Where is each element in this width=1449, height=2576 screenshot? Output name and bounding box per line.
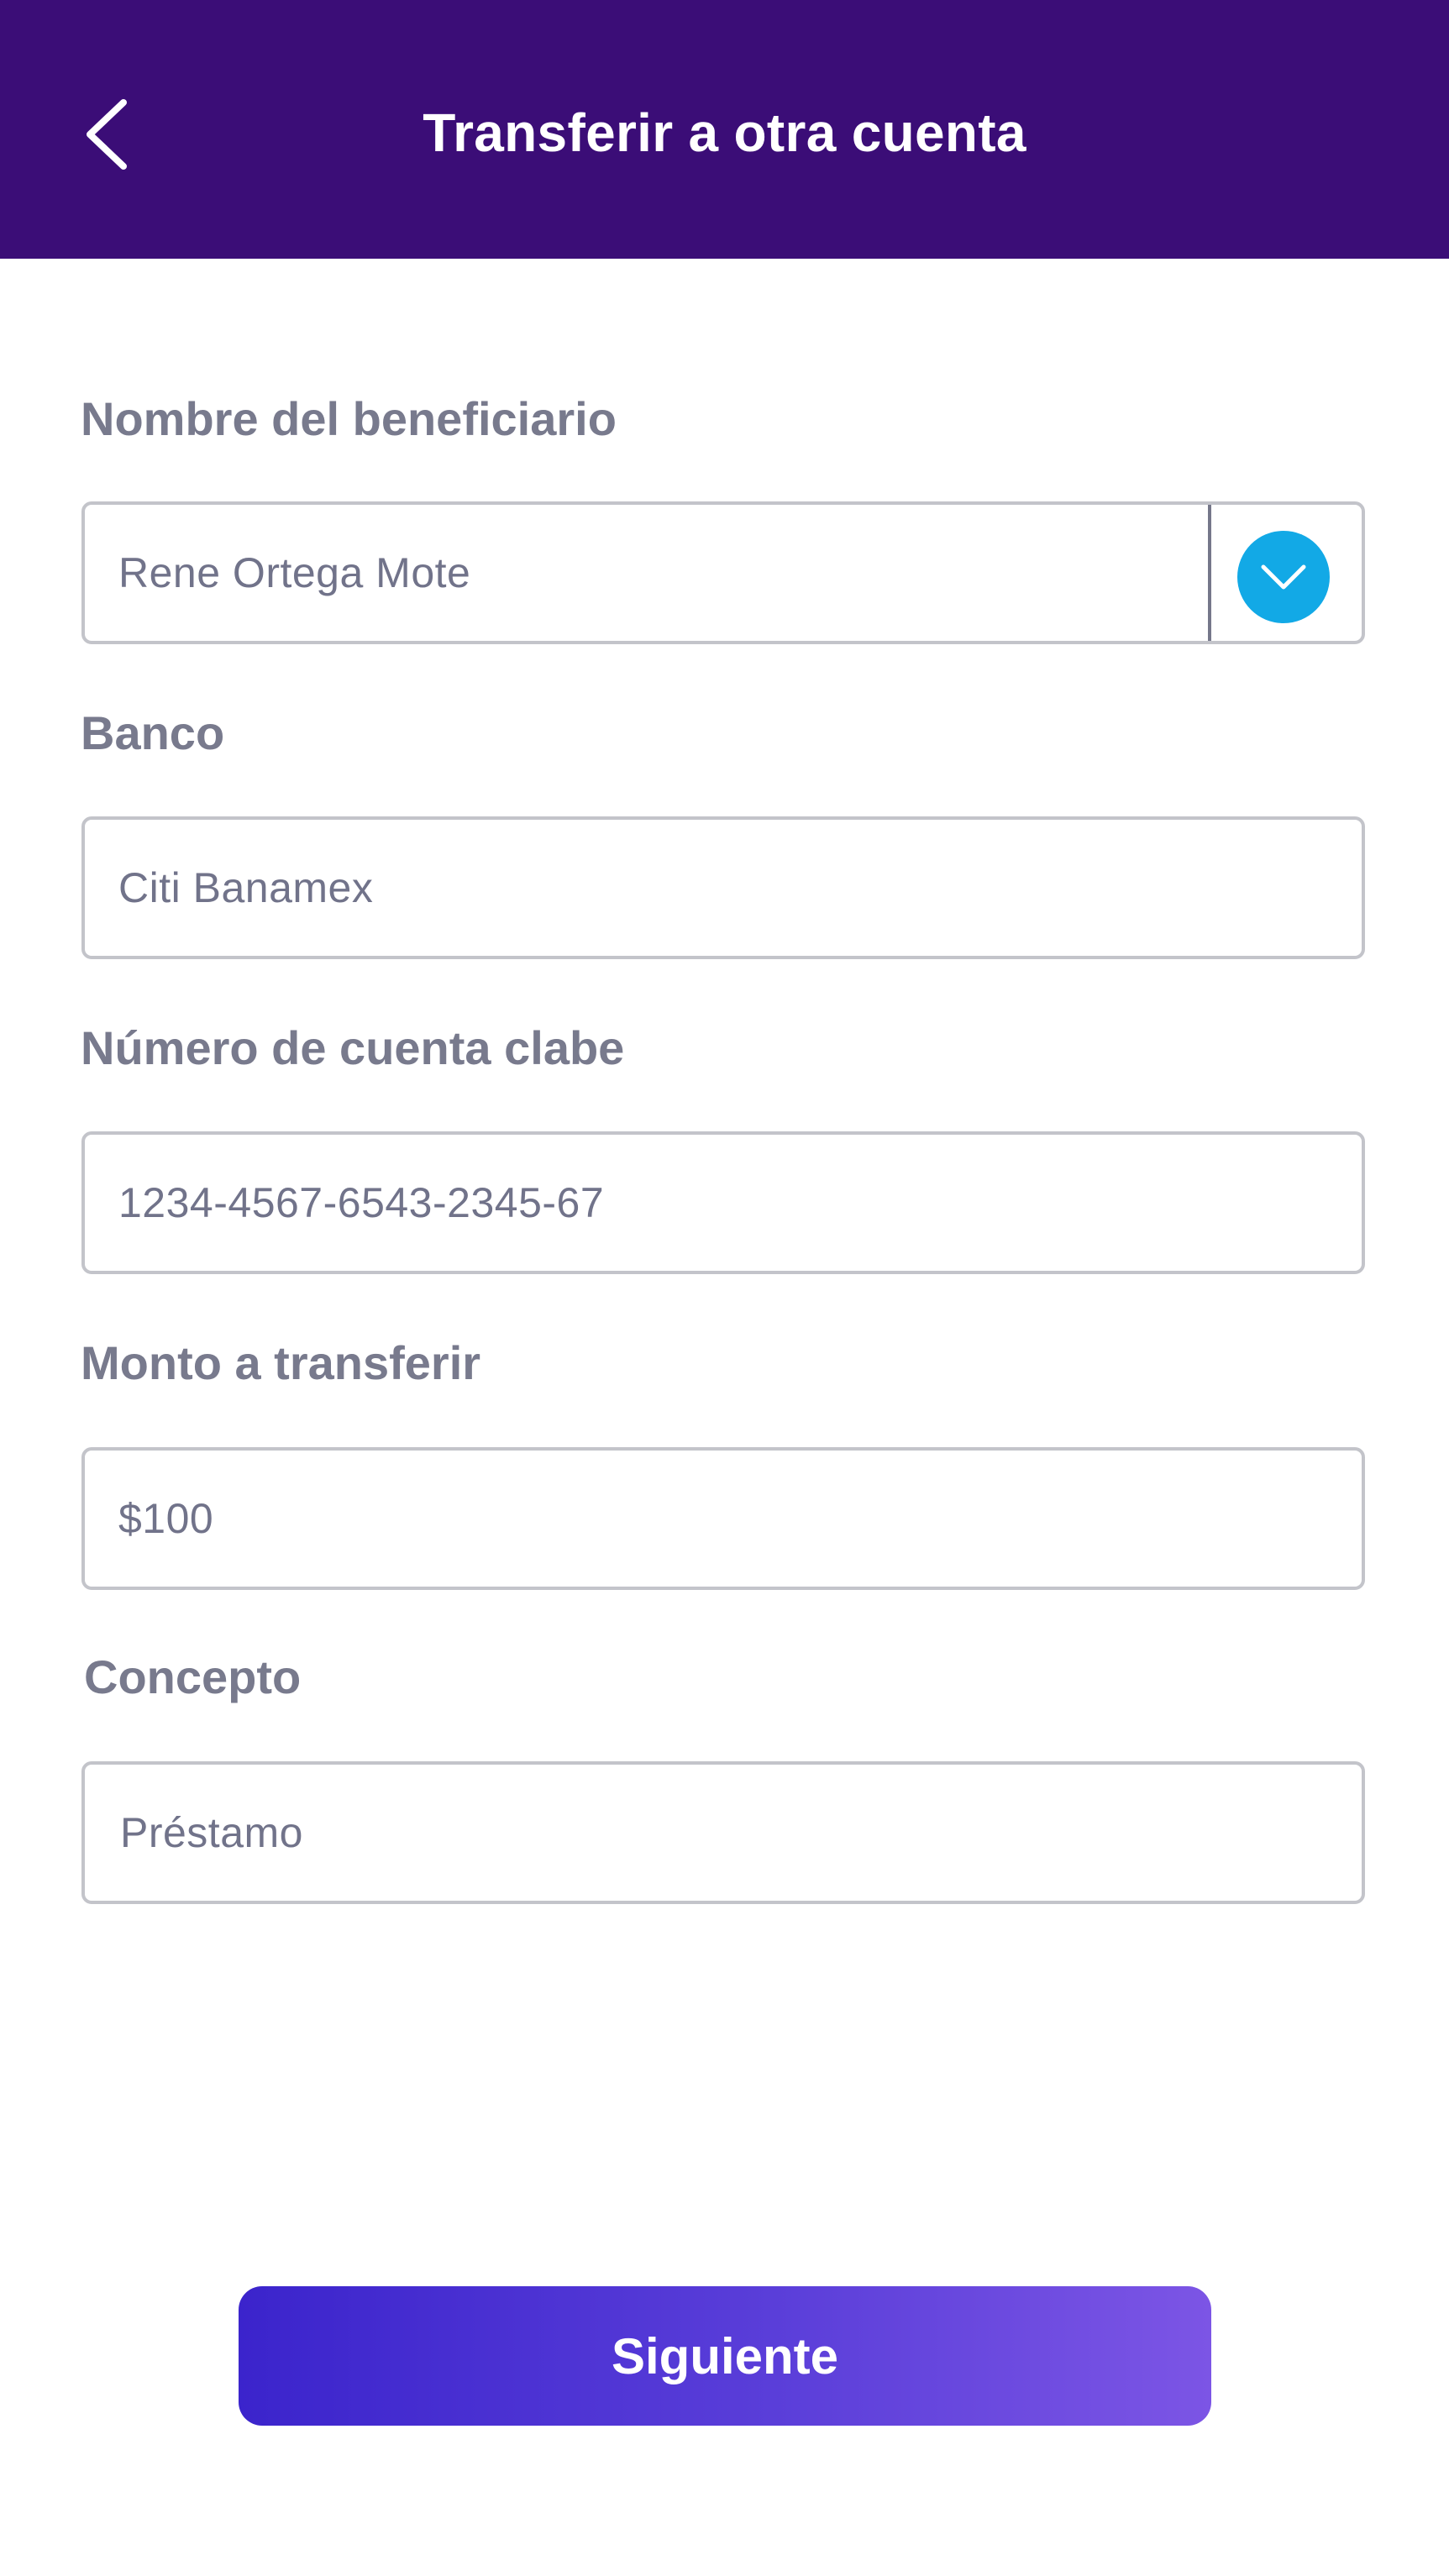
chevron-down-icon — [1261, 564, 1306, 590]
next-button[interactable]: Siguiente — [239, 2286, 1211, 2426]
amount-label: Monto a transferir — [81, 1336, 481, 1389]
beneficiary-label: Nombre del beneficiario — [81, 392, 617, 445]
bank-input[interactable]: Citi Banamex — [81, 816, 1365, 959]
page-title: Transferir a otra cuenta — [423, 102, 1026, 163]
beneficiary-value: Rene Ortega Mote — [118, 549, 471, 596]
beneficiary-select[interactable]: Rene Ortega Mote — [81, 501, 1365, 644]
app-header: Transferir a otra cuenta — [0, 0, 1449, 259]
dropdown-divider — [1208, 505, 1211, 641]
beneficiary-dropdown-button[interactable] — [1237, 531, 1330, 623]
bank-label: Banco — [81, 706, 225, 759]
bank-value: Citi Banamex — [118, 864, 374, 911]
concept-value: Préstamo — [120, 1809, 303, 1856]
amount-value: $100 — [118, 1495, 214, 1542]
account-label: Número de cuenta clabe — [81, 1021, 625, 1074]
account-input[interactable]: 1234-4567-6543-2345-67 — [81, 1131, 1365, 1274]
concept-input[interactable]: Préstamo — [81, 1761, 1365, 1904]
amount-input[interactable]: $100 — [81, 1447, 1365, 1590]
account-value: 1234-4567-6543-2345-67 — [118, 1179, 605, 1226]
transfer-screen: Transferir a otra cuenta Nombre del bene… — [0, 0, 1449, 2576]
concept-label: Concepto — [84, 1650, 302, 1703]
